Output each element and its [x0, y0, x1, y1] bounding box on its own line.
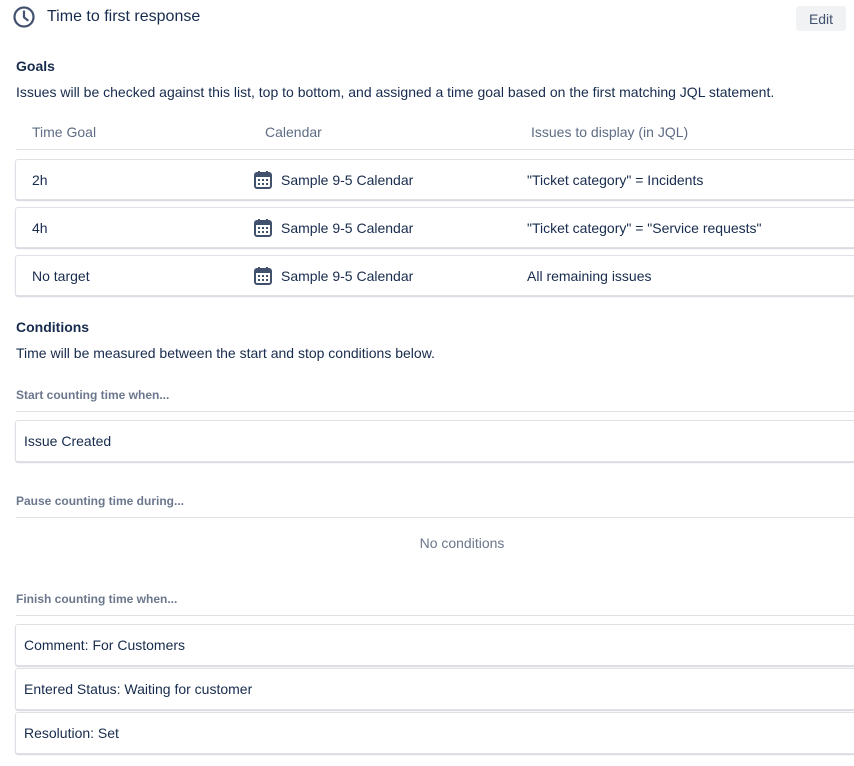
column-header-jql: Issues to display (in JQL) [531, 124, 689, 140]
goals-heading: Goals [16, 58, 55, 74]
goals-description: Issues will be checked against this list… [16, 84, 775, 100]
condition-label: Issue Created [24, 433, 112, 449]
jql-query: "Ticket category" = Incidents [527, 172, 704, 188]
clock-icon [12, 5, 36, 29]
calendar-name: Sample 9-5 Calendar [281, 220, 414, 236]
start-conditions-label: Start counting time when... [16, 388, 170, 402]
sla-header: Time to first response Edit [0, 0, 854, 36]
calendar-icon [253, 170, 273, 190]
finish-condition-item[interactable]: Comment: For Customers [15, 624, 854, 666]
calendar-name: Sample 9-5 Calendar [281, 172, 414, 188]
calendar-name: Sample 9-5 Calendar [281, 268, 414, 284]
calendar-icon [253, 266, 273, 286]
divider [16, 411, 854, 412]
goal-row[interactable]: 4h Sample 9-5 Calendar "Ticket category"… [15, 207, 854, 248]
start-condition-item[interactable]: Issue Created [15, 420, 854, 462]
page-title: Time to first response [47, 8, 201, 25]
finish-condition-item[interactable]: Entered Status: Waiting for customer [15, 668, 854, 710]
goal-time: 4h [32, 220, 48, 236]
jql-query: "Ticket category" = "Service requests" [527, 220, 762, 236]
column-header-time-goal: Time Goal [32, 124, 97, 140]
condition-label: Entered Status: Waiting for customer [24, 681, 253, 697]
calendar-icon [253, 218, 273, 238]
table-header-divider [16, 149, 854, 150]
finish-condition-item[interactable]: Resolution: Set [15, 712, 854, 754]
jql-query: All remaining issues [527, 268, 652, 284]
condition-label: Comment: For Customers [24, 637, 186, 653]
goal-row[interactable]: No target Sample 9-5 Calendar All remain… [15, 255, 854, 296]
divider [16, 517, 854, 518]
empty-conditions-text: No conditions [419, 535, 505, 551]
divider [16, 615, 854, 616]
condition-label: Resolution: Set [24, 725, 119, 741]
conditions-description: Time will be measured between the start … [16, 345, 435, 361]
finish-conditions-label: Finish counting time when... [16, 592, 178, 606]
edit-button[interactable]: Edit [796, 6, 846, 31]
goal-row[interactable]: 2h Sample 9-5 Calendar "Ticket category"… [15, 159, 854, 200]
goal-time: 2h [32, 172, 48, 188]
goal-time: No target [32, 268, 90, 284]
conditions-heading: Conditions [16, 319, 90, 335]
column-header-calendar: Calendar [265, 124, 322, 140]
pause-conditions-label: Pause counting time during... [16, 494, 185, 508]
